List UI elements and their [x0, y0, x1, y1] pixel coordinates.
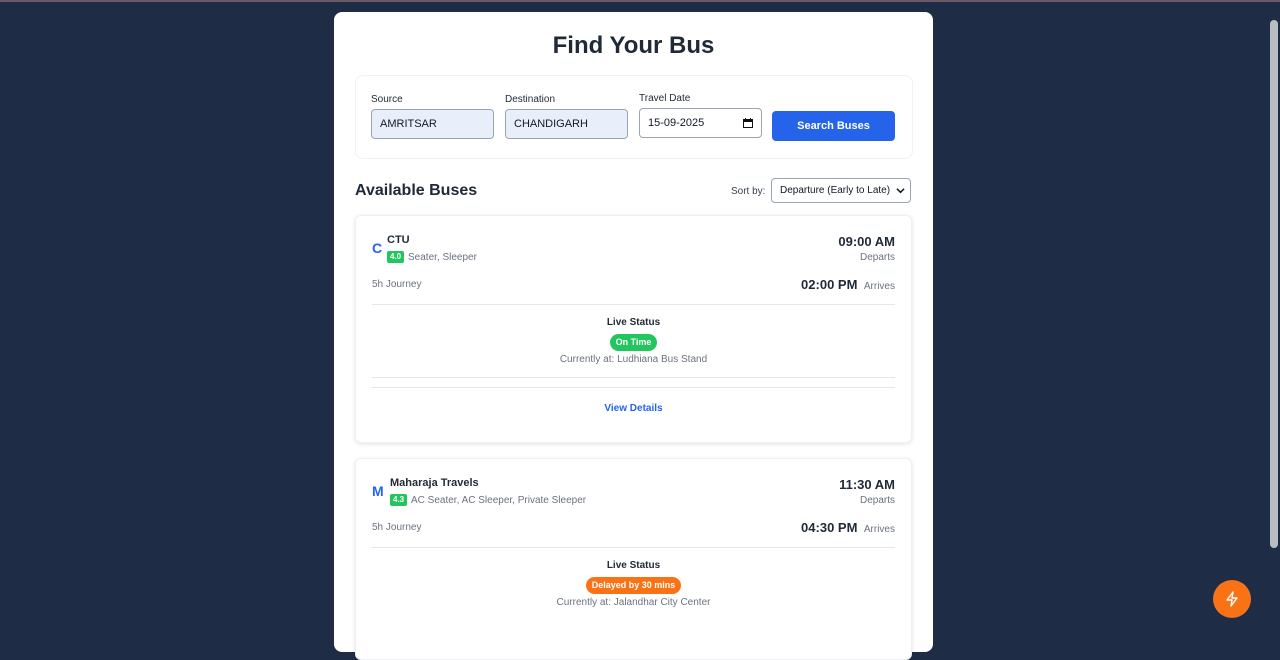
live-status-label: Live Status	[606, 560, 661, 571]
status-wrap: On Time	[356, 332, 911, 351]
search-panel: Source AMRITSAR Destination CHANDIGARH T…	[355, 75, 913, 159]
bus-types: AC Seater, AC Sleeper, Private Sleeper	[411, 495, 587, 506]
destination-label: Destination	[505, 94, 556, 105]
bus-initial: M	[372, 483, 384, 499]
arrival-label: Arrives	[863, 281, 895, 292]
bus-name: Maharaja Travels	[390, 477, 479, 489]
scrollbar[interactable]	[1268, 2, 1280, 619]
calendar-icon[interactable]	[743, 118, 753, 128]
divider	[372, 387, 895, 388]
current-location: Currently at: Jalandhar City Center	[556, 597, 711, 608]
departure-time: 11:30 AM	[839, 477, 895, 492]
divider	[372, 304, 895, 305]
status-badge: Delayed by 30 mins	[585, 577, 682, 594]
window-top-border	[0, 0, 1280, 2]
journey-duration: 5h Journey	[372, 279, 422, 290]
chevron-down-icon	[896, 188, 905, 194]
live-status-label: Live Status	[606, 317, 661, 328]
arrival-time: 02:00 PM	[801, 277, 858, 292]
source-input[interactable]: AMRITSAR	[371, 109, 494, 139]
sort-select[interactable]: Departure (Early to Late)	[771, 178, 911, 203]
page-title: Find Your Bus	[552, 32, 715, 59]
status-wrap: Delayed by 30 mins	[356, 575, 911, 594]
arrival-row: 02:00 PM Arrives	[801, 276, 895, 294]
main-card: Find Your Bus Source AMRITSAR Destinatio…	[334, 12, 933, 660]
bus-name: CTU	[387, 234, 410, 246]
source-label: Source	[371, 94, 403, 105]
journey-duration: 5h Journey	[372, 522, 422, 533]
search-buses-button[interactable]: Search Buses	[772, 111, 895, 141]
rating-badge: 4.0	[387, 251, 405, 263]
departure-label: Departs	[859, 252, 895, 263]
available-buses-heading: Available Buses	[355, 182, 478, 199]
travel-date-value: 15-09-2025	[648, 117, 705, 129]
travel-date-input[interactable]: 15-09-2025	[639, 108, 762, 138]
lightning-icon	[1226, 591, 1238, 607]
arrival-row: 04:30 PM Arrives	[801, 519, 895, 537]
view-details-link[interactable]: View Details	[356, 403, 911, 414]
sort-value: Departure (Early to Late)	[780, 185, 891, 196]
scrollbar-thumb[interactable]	[1270, 20, 1278, 548]
status-badge: On Time	[609, 334, 658, 351]
destination-input[interactable]: CHANDIGARH	[505, 109, 628, 139]
bus-card-ctu[interactable]: C CTU 4.0 Seater, Sleeper 09:00 AM Depar…	[355, 215, 912, 443]
quick-action-button[interactable]	[1213, 580, 1251, 618]
current-location: Currently at: Ludhiana Bus Stand	[559, 354, 708, 365]
sort-label: Sort by:	[731, 186, 766, 197]
rating-badge: 4.3	[390, 494, 408, 506]
arrival-time: 04:30 PM	[801, 520, 858, 535]
bus-types: Seater, Sleeper	[408, 252, 477, 263]
divider	[372, 377, 895, 378]
travel-date-label: Travel Date	[639, 93, 691, 104]
divider	[372, 547, 895, 548]
departure-time: 09:00 AM	[838, 234, 895, 249]
departure-label: Departs	[859, 495, 895, 506]
bus-initial: C	[372, 240, 383, 256]
arrival-label: Arrives	[863, 524, 895, 535]
bus-card-maharaja-travels[interactable]: M Maharaja Travels 4.3 AC Seater, AC Sle…	[355, 458, 912, 660]
